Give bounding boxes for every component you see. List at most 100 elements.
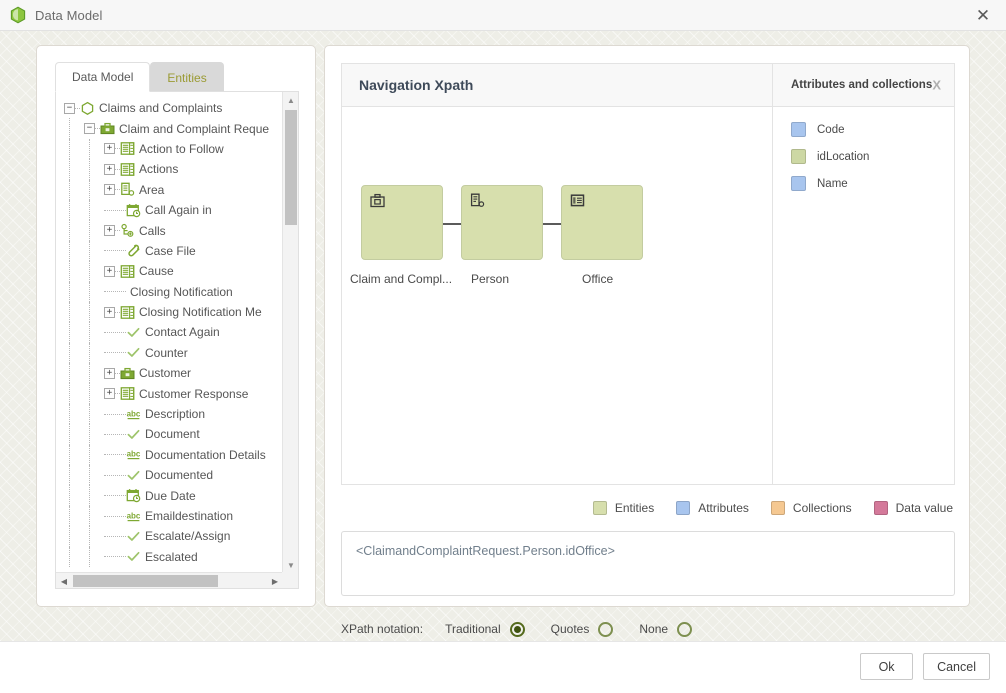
tree-node-label: Contact Again — [145, 325, 220, 340]
radio-option-none[interactable]: None — [639, 621, 693, 637]
tree-expand-icon[interactable]: + — [104, 265, 115, 277]
tree-node[interactable]: Escalated — [56, 546, 283, 567]
tree-node-label: Escalate/Assign — [145, 529, 231, 544]
tree-expand-icon[interactable]: + — [104, 225, 115, 237]
xpath-expression-field[interactable]: <ClaimandComplaintRequest.Person.idOffic… — [341, 531, 955, 596]
tree-collapse-icon[interactable]: − — [84, 123, 95, 135]
tree-guide-line — [89, 424, 90, 445]
tree-node[interactable]: + Action to Follow — [56, 138, 283, 160]
table-icon — [120, 264, 135, 279]
entity-box-person[interactable] — [461, 185, 543, 260]
tree-guide-line — [89, 138, 90, 160]
cancel-button[interactable]: Cancel — [923, 653, 990, 680]
tree-node[interactable]: abc Documentation Details — [56, 444, 283, 466]
tree-collapse-icon[interactable]: − — [64, 102, 75, 114]
tree-connector — [104, 331, 126, 333]
tab-entities[interactable]: Entities — [150, 62, 224, 92]
tree-node[interactable]: Due Date — [56, 485, 283, 506]
attribute-row[interactable]: Name — [791, 173, 954, 194]
tree-guide-line — [89, 179, 90, 200]
tab-data-model[interactable]: Data Model — [55, 62, 151, 92]
tree-node[interactable]: abc Emaildestination — [56, 505, 283, 527]
tree-connector — [104, 352, 126, 354]
tree-node[interactable]: + Area — [56, 179, 283, 200]
vertical-scroll-thumb[interactable] — [285, 110, 297, 225]
diagram-canvas[interactable]: Claim and Compl... Person Office — [342, 107, 772, 484]
tree-guide-line — [69, 424, 70, 445]
tree-guide-line — [89, 526, 90, 547]
attributes-close-icon[interactable]: X — [932, 78, 941, 93]
tree-node[interactable]: Closing Notification — [56, 281, 283, 302]
tree-node[interactable]: Case File — [56, 240, 283, 262]
tree-node-label: Case File — [145, 243, 196, 258]
abc-icon: abc — [126, 407, 141, 422]
tree-nodes: − Claims and Complaints − Claim and Complai… — [56, 98, 283, 567]
ok-button[interactable]: Ok — [860, 653, 914, 680]
tree-expand-icon[interactable]: + — [104, 163, 115, 175]
tree-node[interactable]: Call Again in — [56, 199, 283, 221]
tree-node[interactable]: Document — [56, 424, 283, 445]
scroll-right-icon[interactable]: ▶ — [267, 573, 283, 588]
tree-expand-icon[interactable]: + — [104, 184, 115, 196]
window-title: Data Model — [35, 7, 103, 23]
hexagon-logo-icon — [9, 6, 27, 24]
tree-node[interactable]: Counter — [56, 342, 283, 364]
check-icon — [126, 427, 141, 442]
attributes-title: Attributes and collections — [791, 79, 933, 91]
tree-node-label: Escalated — [145, 549, 198, 564]
attribute-label: Code — [817, 123, 845, 136]
entity-box-claim[interactable] — [361, 185, 443, 260]
radio-option-quotes[interactable]: Quotes — [551, 621, 614, 637]
tree-horizontal-scrollbar[interactable]: ◀ ▶ — [56, 572, 283, 588]
check-icon — [126, 325, 141, 340]
legend-color-swatch — [676, 501, 691, 515]
scroll-up-icon[interactable]: ▲ — [283, 92, 298, 108]
scroll-left-icon[interactable]: ◀ — [56, 573, 72, 588]
tree-guide-line — [89, 465, 90, 486]
tree-node[interactable]: + Calls — [56, 220, 283, 241]
legend-color-swatch — [770, 501, 785, 515]
tree-node[interactable]: + Actions — [56, 159, 283, 180]
tree-vertical-scrollbar[interactable]: ▲ ▼ — [282, 92, 298, 573]
radio-unselected-icon[interactable] — [598, 621, 614, 637]
tree-node-label: Due Date — [145, 488, 196, 503]
close-icon[interactable]: ✕ — [960, 0, 1006, 31]
tree-node-label: Documentation Details — [145, 447, 266, 462]
radio-selected-icon[interactable] — [509, 621, 525, 637]
attribute-row[interactable]: Code — [791, 119, 954, 140]
radio-option-label: None — [639, 622, 669, 636]
tree-node-label: Closing Notification Me — [139, 305, 262, 320]
tree-node-label: Emaildestination — [145, 509, 234, 523]
table-icon — [120, 162, 135, 177]
tree-guide-line — [69, 383, 70, 404]
tree-node[interactable]: + Closing Notification Me — [56, 301, 283, 323]
tree-expand-icon[interactable]: + — [104, 367, 115, 379]
tree-guide-line — [89, 363, 90, 384]
radio-unselected-icon[interactable] — [677, 621, 693, 637]
radio-option-traditional[interactable]: Traditional — [445, 621, 525, 637]
attribute-row[interactable]: idLocation — [791, 146, 954, 167]
attribute-color-swatch — [791, 149, 806, 164]
tree-expand-icon[interactable]: + — [104, 306, 115, 318]
check-icon — [126, 549, 141, 564]
horizontal-scroll-thumb[interactable] — [73, 575, 218, 587]
tree-node[interactable]: Documented — [56, 465, 283, 486]
tab-entities-label: Entities — [167, 70, 207, 85]
tree-guide-line — [69, 342, 70, 364]
tree-node[interactable]: Contact Again — [56, 322, 283, 343]
tree-connector — [104, 474, 126, 476]
scroll-down-icon[interactable]: ▼ — [283, 557, 298, 573]
tree-node[interactable]: Escalate/Assign — [56, 526, 283, 547]
tree-expand-icon[interactable]: + — [104, 143, 115, 155]
tree-node[interactable]: abc Description — [56, 403, 283, 425]
tree-guide-line — [89, 444, 90, 466]
tree-node[interactable]: + Customer — [56, 363, 283, 384]
tree-node[interactable]: + Customer Response — [56, 383, 283, 404]
tree-node[interactable]: − Claim and Complaint Reque — [56, 118, 283, 139]
tree-node[interactable]: + Cause — [56, 261, 283, 282]
tree-expand-icon[interactable]: + — [104, 388, 115, 400]
table-icon — [120, 386, 135, 401]
entity-box-office[interactable] — [561, 185, 643, 260]
data-model-tree-card: Data Model Entities − Claims and Complain… — [36, 45, 316, 607]
tree-node[interactable]: − Claims and Complaints — [56, 98, 283, 118]
